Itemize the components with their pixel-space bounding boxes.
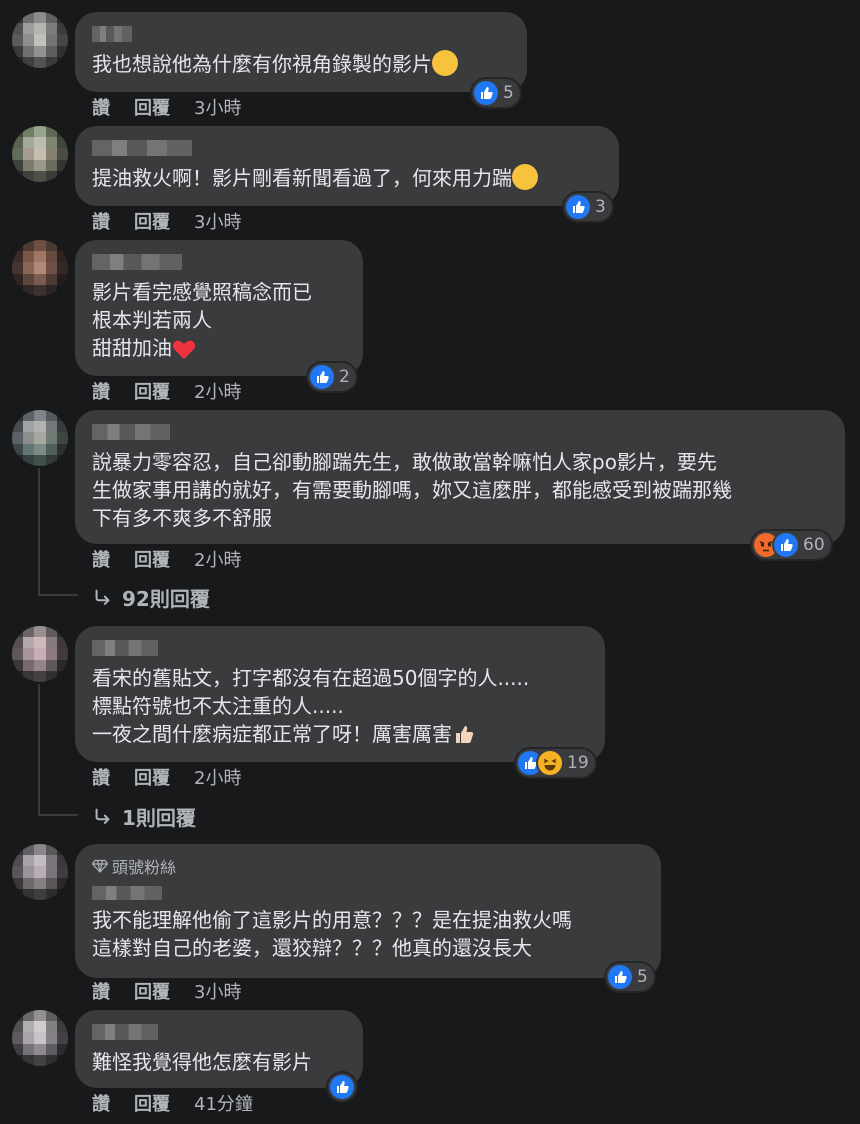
like-reaction-icon (608, 965, 632, 989)
diamond-icon (92, 859, 108, 873)
comment-bubble: 看宋的舊貼文，打字都沒有在超過50個字的人..... 標點符號也不太注重的人..… (75, 626, 605, 762)
comment-text: 我不能理解他偷了這影片的用意？？？是在提油救火嗎 這樣對自己的老婆，還狡辯？？？… (92, 908, 572, 960)
reply-button[interactable]: 回覆 (134, 546, 170, 572)
comment-actions: 讚 回覆 41分鐘 (92, 1090, 253, 1116)
comment-actions: 讚 回覆 3小時 (92, 94, 241, 120)
like-button[interactable]: 讚 (92, 94, 110, 120)
avatar[interactable] (12, 626, 68, 682)
reaction-summary[interactable]: 19 (516, 749, 595, 777)
comment-actions: 讚 回覆 3小時 (92, 978, 241, 1004)
like-button[interactable]: 讚 (92, 208, 110, 234)
like-button[interactable]: 讚 (92, 978, 110, 1004)
comment-bubble: 影片看完感覺照稿念而已 根本判若兩人 甜甜加油 (75, 240, 363, 376)
comment-bubble: 說暴力零容忍，自己卻動腳踹先生，敢做敢當幹嘛怕人家po影片，要先 生做家事用講的… (75, 410, 845, 544)
like-reaction-icon (330, 1075, 354, 1099)
reaction-count: 2 (339, 367, 350, 387)
like-button[interactable]: 讚 (92, 764, 110, 790)
like-button[interactable]: 讚 (92, 1090, 110, 1116)
like-button[interactable]: 讚 (92, 546, 110, 572)
like-button[interactable]: 讚 (92, 378, 110, 404)
like-reaction-icon (474, 81, 498, 105)
reaction-count: 60 (803, 535, 825, 555)
avatar[interactable] (12, 844, 68, 900)
comment-text: 我也想說他為什麼有你視角錄製的影片 (92, 50, 511, 78)
reply-button[interactable]: 回覆 (134, 208, 170, 234)
reply-arrow-icon (95, 808, 110, 824)
red-heart-emoji (172, 338, 196, 360)
thread-line (38, 468, 40, 594)
comment-actions: 讚 回覆 3小時 (92, 208, 241, 234)
avatar[interactable] (12, 12, 68, 68)
timestamp[interactable]: 3小時 (194, 208, 241, 234)
replies-count-label[interactable]: 92則回覆 (122, 583, 210, 612)
reaction-summary[interactable]: 3 (564, 193, 612, 221)
reply-button[interactable]: 回覆 (134, 94, 170, 120)
author-name-blurred[interactable] (92, 886, 162, 900)
timestamp[interactable]: 2小時 (194, 378, 241, 404)
thread-line (38, 684, 40, 814)
grinning-sweat-emoji (432, 50, 458, 76)
reply-button[interactable]: 回覆 (134, 764, 170, 790)
comment-text: 提油救火啊！影片剛看新聞看過了，何來用力踹 (92, 164, 603, 192)
like-reaction-icon (310, 365, 334, 389)
reaction-summary[interactable]: 5 (472, 79, 520, 107)
reaction-count: 19 (567, 753, 589, 773)
view-replies-link[interactable]: 1則回覆 (92, 802, 196, 831)
comment-bubble: 提油救火啊！影片剛看新聞看過了，何來用力踹 (75, 126, 619, 206)
comment-text: 難怪我覺得他怎麼有影片 (92, 1050, 312, 1074)
top-fan-badge[interactable]: 頭號粉絲 (92, 854, 645, 878)
author-name-blurred[interactable] (92, 424, 170, 440)
comment-actions: 讚 回覆 2小時 (92, 546, 241, 572)
timestamp[interactable]: 41分鐘 (194, 1090, 253, 1116)
replies-count-label[interactable]: 1則回覆 (122, 802, 196, 831)
thread-elbow (38, 594, 78, 596)
comment-bubble: 頭號粉絲 我不能理解他偷了這影片的用意？？？是在提油救火嗎 這樣對自己的老婆，還… (75, 844, 661, 978)
reply-button[interactable]: 回覆 (134, 978, 170, 1004)
reaction-summary[interactable]: 5 (606, 963, 654, 991)
author-name-blurred[interactable] (92, 640, 158, 656)
timestamp[interactable]: 2小時 (194, 546, 241, 572)
avatar[interactable] (12, 1010, 68, 1066)
comment-bubble: 我也想說他為什麼有你視角錄製的影片 (75, 12, 527, 92)
author-name-blurred[interactable] (92, 140, 192, 156)
avatar[interactable] (12, 410, 68, 466)
comment-bubble: 難怪我覺得他怎麼有影片 (75, 1010, 363, 1088)
author-name-blurred[interactable] (92, 26, 132, 42)
author-name-blurred[interactable] (92, 1024, 158, 1040)
comment-text: 說暴力零容忍，自己卻動腳踹先生，敢做敢當幹嘛怕人家po影片，要先 生做家事用講的… (92, 450, 732, 530)
reaction-count: 5 (503, 83, 514, 103)
reply-arrow-icon (95, 589, 110, 605)
avatar[interactable] (12, 240, 68, 296)
badge-label: 頭號粉絲 (112, 858, 177, 877)
timestamp[interactable]: 2小時 (194, 764, 241, 790)
reaction-summary[interactable]: 60 (752, 531, 831, 559)
view-replies-link[interactable]: 92則回覆 (92, 583, 210, 612)
author-name-blurred[interactable] (92, 254, 182, 270)
timestamp[interactable]: 3小時 (194, 978, 241, 1004)
reply-button[interactable]: 回覆 (134, 378, 170, 404)
reaction-count: 3 (595, 197, 606, 217)
comment-actions: 讚 回覆 2小時 (92, 764, 241, 790)
reply-button[interactable]: 回覆 (134, 1090, 170, 1116)
thumbs-up-emoji (452, 722, 476, 746)
thread-elbow (38, 814, 78, 816)
reaction-summary[interactable] (328, 1073, 356, 1101)
haha-reaction-icon (538, 751, 562, 775)
reaction-summary[interactable]: 2 (308, 363, 356, 391)
avatar[interactable] (12, 126, 68, 182)
like-reaction-icon (774, 533, 798, 557)
rofl-emoji (512, 164, 538, 190)
like-reaction-icon (566, 195, 590, 219)
comment-text: 影片看完感覺照稿念而已 根本判若兩人 甜甜加油 (92, 280, 312, 360)
comment-text: 看宋的舊貼文，打字都沒有在超過50個字的人..... 標點符號也不太注重的人..… (92, 666, 530, 746)
reaction-count: 5 (637, 967, 648, 987)
comment-actions: 讚 回覆 2小時 (92, 378, 241, 404)
timestamp[interactable]: 3小時 (194, 94, 241, 120)
